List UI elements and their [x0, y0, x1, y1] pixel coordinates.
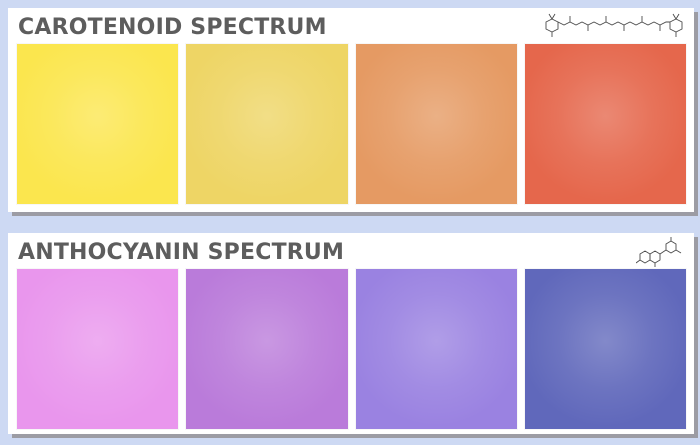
carotenoid-spectrum-panel: CAROTENOID SPECTRUM	[8, 8, 694, 212]
carotenoid-swatch-1	[17, 44, 179, 204]
anthocyanin-swatch-4	[524, 269, 686, 429]
carotenoid-swatch-row	[17, 44, 686, 204]
anthocyanin-spectrum-title: ANTHOCYANIN SPECTRUM	[18, 240, 345, 265]
anthocyanin-swatch-row	[17, 269, 686, 429]
carotenoid-spectrum-title: CAROTENOID SPECTRUM	[18, 15, 327, 40]
carotenoid-swatch-3	[355, 44, 517, 204]
anthocyanin-swatch-3	[355, 269, 517, 429]
anthocyanin-structure-icon	[636, 237, 682, 267]
anthocyanin-swatch-2	[186, 269, 348, 429]
carotenoid-structure-icon	[545, 13, 683, 37]
carotenoid-swatch-2	[186, 44, 348, 204]
anthocyanin-spectrum-panel: ANTHOCYANIN SPECTRUM	[8, 233, 694, 434]
anthocyanin-swatch-1	[17, 269, 179, 429]
carotenoid-swatch-4	[524, 44, 686, 204]
